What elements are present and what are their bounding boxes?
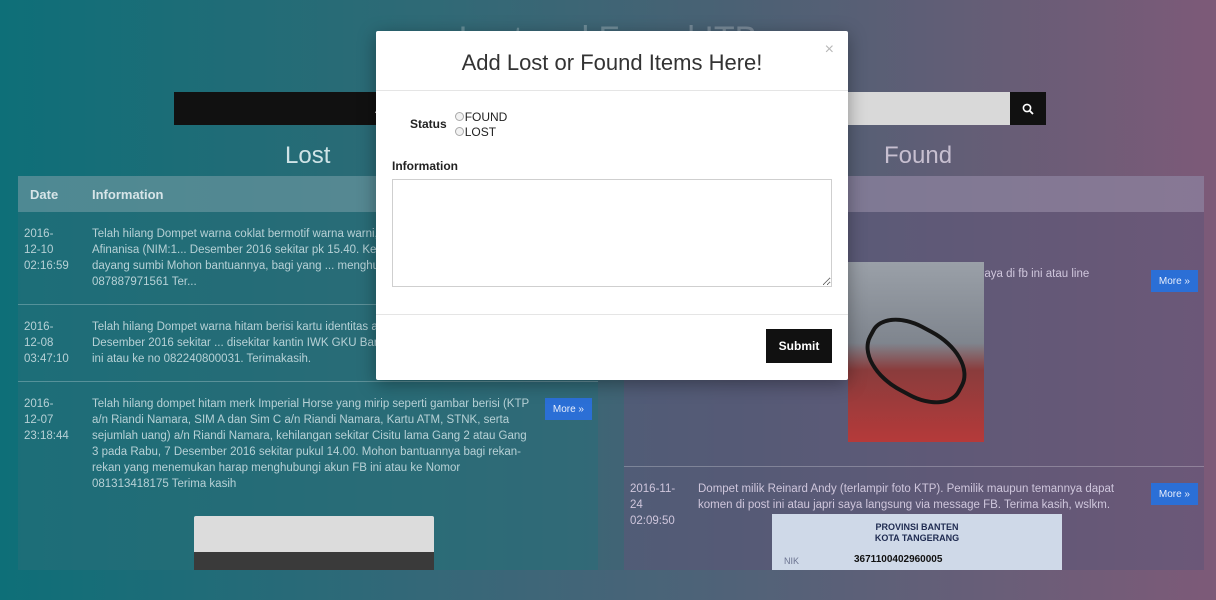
modal-footer: Submit <box>376 314 848 380</box>
information-textarea[interactable] <box>392 179 832 287</box>
radio-found-label: FOUND <box>464 109 508 124</box>
information-label: Information <box>392 159 458 173</box>
close-button[interactable]: × <box>825 41 834 59</box>
modal-title: Add Lost or Found Items Here! <box>461 49 763 75</box>
status-option-lost[interactable]: LOST <box>454 124 508 139</box>
radio-lost[interactable] <box>454 127 464 136</box>
radio-found[interactable] <box>454 112 464 121</box>
status-options: FOUND LOST <box>454 109 508 139</box>
add-item-modal: Add Lost or Found Items Here! × Status F… <box>376 31 848 380</box>
modal-body: Status FOUND LOST Information <box>376 91 848 292</box>
modal-header: Add Lost or Found Items Here! × <box>376 31 848 91</box>
status-option-found[interactable]: FOUND <box>454 109 508 124</box>
status-group: Status FOUND LOST <box>410 109 832 139</box>
radio-lost-label: LOST <box>464 124 497 139</box>
status-label: Status <box>410 117 447 131</box>
submit-button[interactable]: Submit <box>766 329 832 363</box>
